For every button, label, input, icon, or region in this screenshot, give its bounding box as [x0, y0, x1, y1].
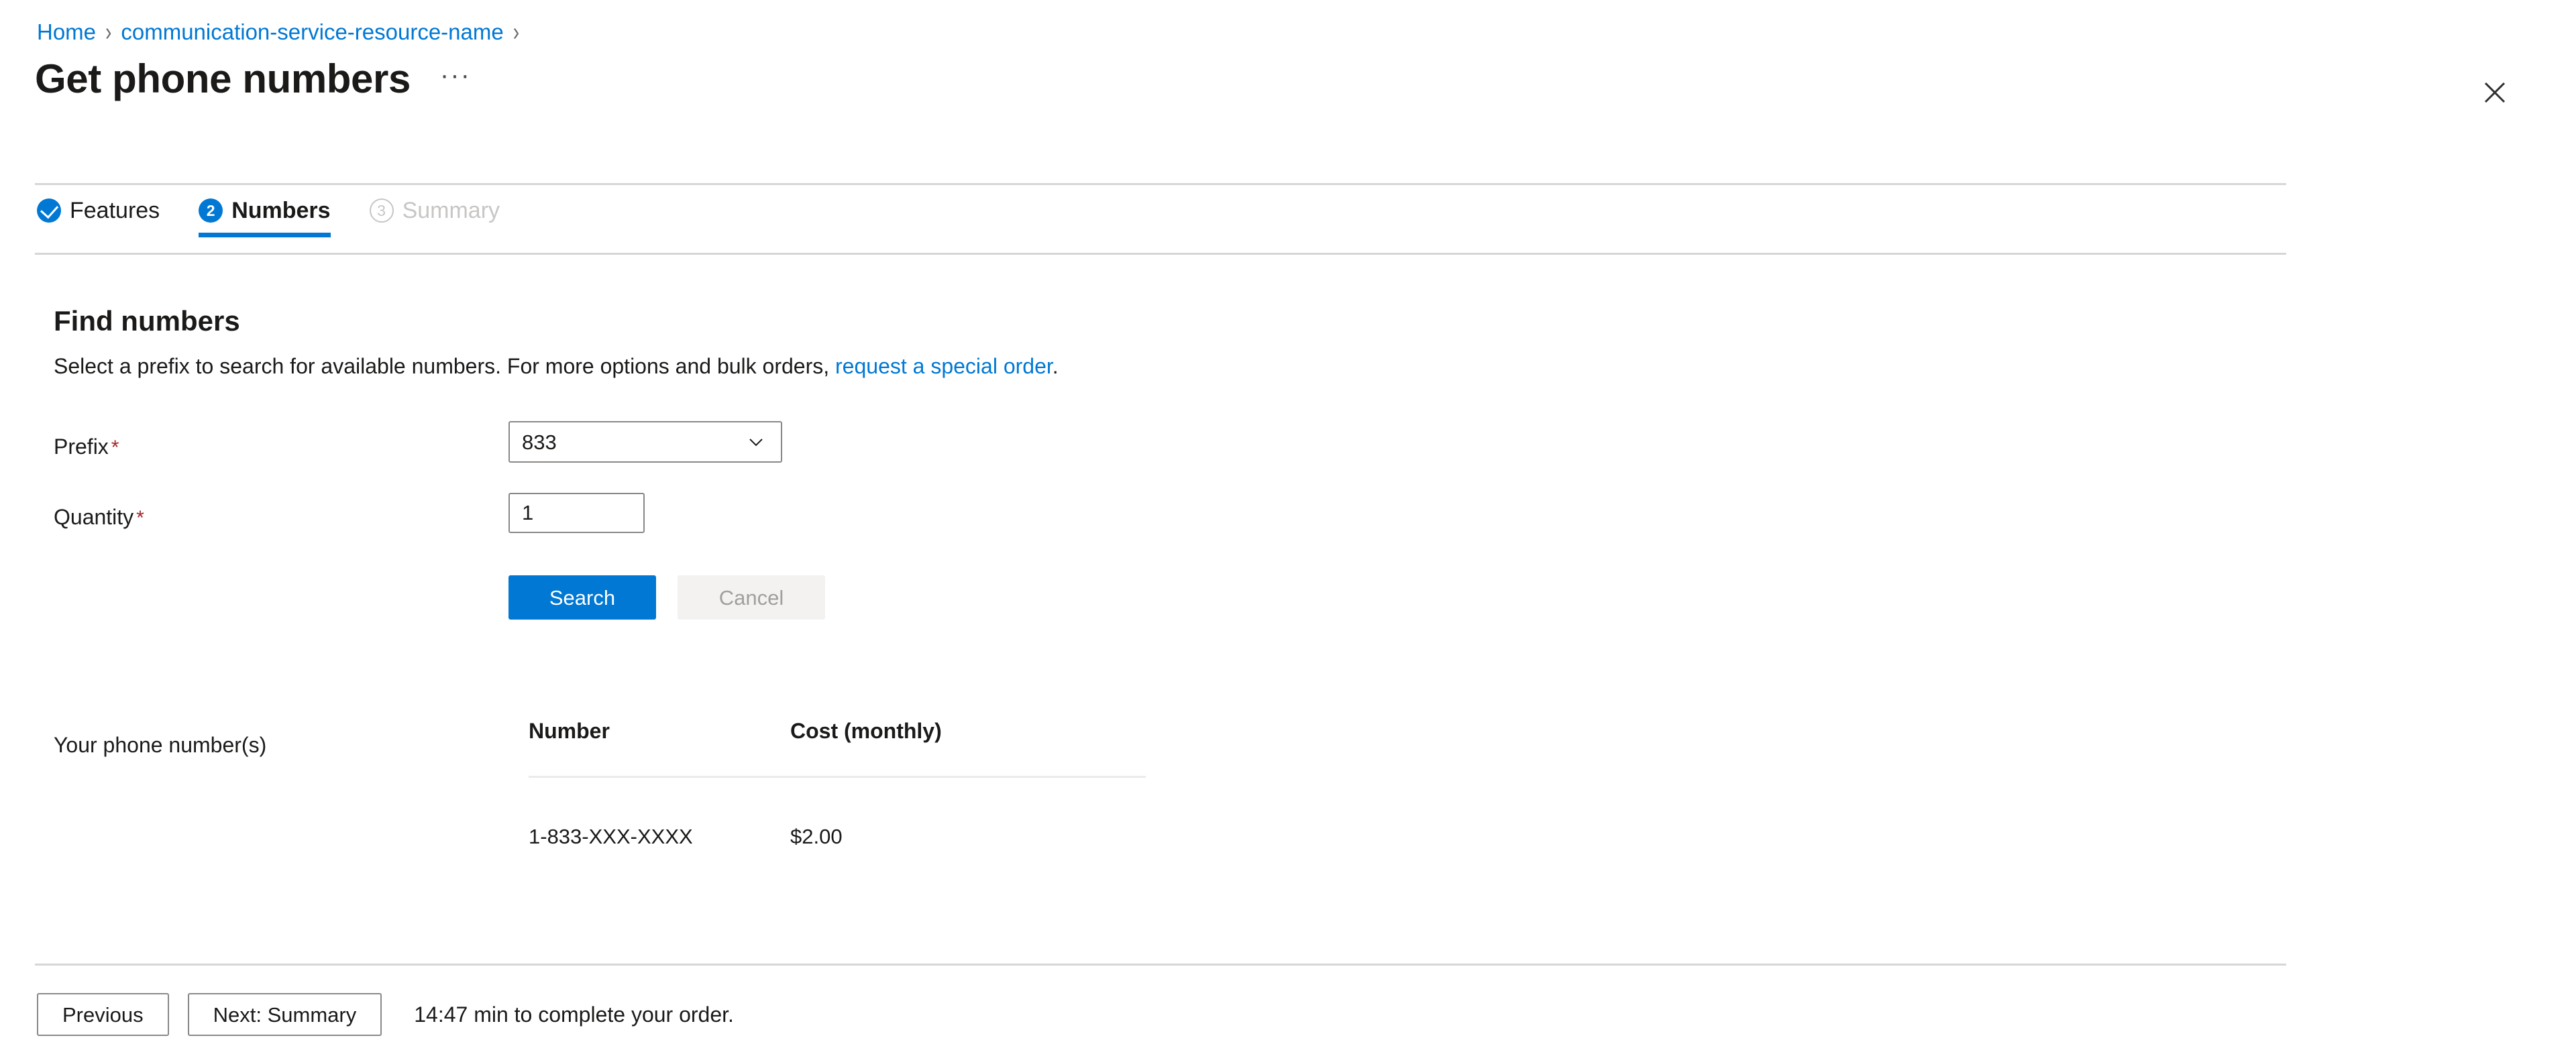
quantity-label: Quantity *	[54, 505, 144, 530]
prefix-select[interactable]: 833	[508, 421, 782, 463]
required-marker: *	[136, 507, 144, 529]
page-title: Get phone numbers	[35, 56, 411, 101]
column-header-cost: Cost (monthly)	[790, 719, 1146, 778]
title-row: Get phone numbers ···	[35, 56, 478, 102]
chevron-right-icon: ›	[513, 17, 520, 46]
request-special-order-link[interactable]: request a special order	[835, 354, 1053, 378]
table-row: 1-833-XXX-XXXX $2.00	[529, 777, 1146, 850]
quantity-input-wrapper[interactable]	[508, 493, 645, 533]
previous-button[interactable]: Previous	[37, 993, 169, 1036]
tab-active-indicator	[199, 233, 331, 237]
get-phone-numbers-blade: Home › communication-service-resource-na…	[0, 0, 2576, 1042]
cell-cost: $2.00	[790, 825, 843, 848]
breadcrumb-item-home[interactable]: Home	[37, 19, 96, 46]
tab-features[interactable]: Features	[37, 198, 180, 237]
tab-features-label: Features	[70, 198, 160, 223]
prefix-selected-value: 833	[522, 430, 557, 454]
breadcrumb-item-resource[interactable]: communication-service-resource-name	[121, 19, 503, 46]
divider-above-tabs	[35, 183, 2286, 185]
wizard-footer: Previous Next: Summary 14:47 min to comp…	[37, 993, 734, 1036]
tab-numbers[interactable]: 2 Numbers	[199, 198, 350, 237]
required-marker: *	[111, 437, 119, 459]
column-header-number: Number	[529, 719, 790, 778]
order-timer-note: 14:47 min to complete your order.	[414, 1002, 734, 1027]
check-circle-icon	[37, 198, 61, 223]
prefix-label-text: Prefix	[54, 435, 109, 459]
prefix-label: Prefix *	[54, 435, 119, 459]
chevron-right-icon: ›	[105, 17, 112, 46]
section-title-find-numbers: Find numbers	[54, 305, 240, 337]
wizard-tabs: Features 2 Numbers 3 Summary	[37, 198, 520, 237]
results-label: Your phone number(s)	[54, 733, 267, 757]
step-2-badge: 2	[199, 198, 223, 223]
table-header-row: Number Cost (monthly)	[529, 719, 1146, 778]
section-description: Select a prefix to search for available …	[54, 354, 1059, 379]
quantity-input[interactable]	[522, 501, 631, 525]
close-button[interactable]	[2473, 70, 2517, 115]
breadcrumb: Home › communication-service-resource-na…	[37, 17, 520, 46]
more-options-icon[interactable]: ···	[433, 62, 478, 93]
quantity-label-text: Quantity	[54, 505, 134, 529]
close-icon	[2481, 79, 2508, 106]
section-description-suffix: .	[1052, 354, 1059, 378]
section-description-text: Select a prefix to search for available …	[54, 354, 836, 378]
search-button[interactable]: Search	[508, 575, 656, 620]
results-table: Number Cost (monthly) 1-833-XXX-XXXX $2.…	[529, 719, 1146, 849]
chevron-down-icon	[747, 433, 765, 451]
next-summary-button[interactable]: Next: Summary	[187, 993, 382, 1036]
search-actions: Search Cancel	[508, 575, 825, 620]
cell-number: 1-833-XXX-XXXX	[529, 825, 693, 848]
divider-below-tabs	[35, 253, 2286, 255]
step-3-badge: 3	[369, 198, 394, 223]
tab-summary: 3 Summary	[369, 198, 520, 237]
divider-above-footer	[35, 964, 2286, 966]
tab-numbers-label: Numbers	[231, 198, 331, 223]
tab-summary-label: Summary	[402, 198, 500, 223]
cancel-button: Cancel	[678, 575, 825, 620]
